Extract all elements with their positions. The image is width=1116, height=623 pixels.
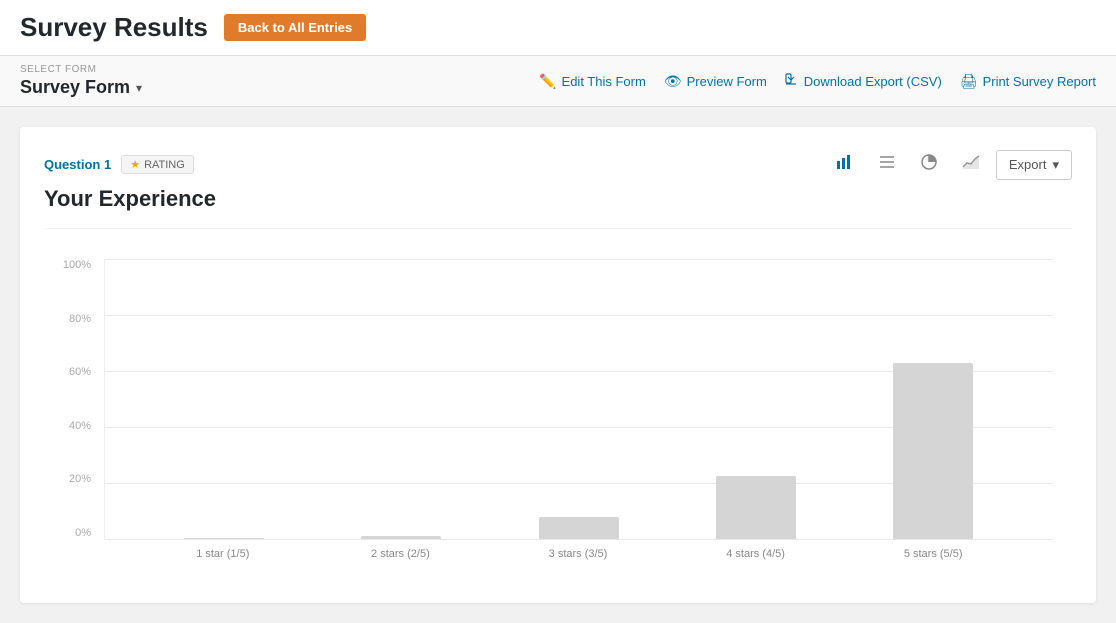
bar-5star [893,363,973,539]
question-number: Question 1 [44,157,111,172]
bar-chart-icon [836,153,854,171]
rating-badge: ★ RATING [121,155,194,174]
y-label-20: 20% [69,473,99,485]
top-header: Survey Results Back to All Entries [0,0,1116,56]
x-label-2star: 2 stars (2/5) [312,548,490,560]
select-form-label: SELECT FORM [20,64,142,75]
download-export-label: Download Export (CSV) [804,74,942,89]
bar-group-5star [845,363,1022,539]
preview-form-label: Preview Form [687,74,767,89]
y-label-0: 0% [75,527,99,539]
question-title: Your Experience [44,186,1072,212]
print-icon: 🖨 [960,73,978,90]
chart-controls: Export ▾ [828,147,1072,182]
divider [44,228,1072,229]
download-export-button[interactable]: Download Export (CSV) [785,73,942,90]
question-header: Question 1 ★ RATING [44,147,1072,182]
print-survey-label: Print Survey Report [983,74,1096,89]
list-view-button[interactable] [870,147,904,182]
page-title: Survey Results [20,12,208,43]
x-label-5star: 5 stars (5/5) [844,548,1022,560]
main-content: Question 1 ★ RATING [0,107,1116,623]
x-labels: 1 star (1/5) 2 stars (2/5) 3 stars (3/5)… [104,539,1052,569]
toolbar-actions: ✏️ Edit This Form 👁 Preview Form Downloa… [539,73,1096,90]
chart-wrapper: 100% 80% 60% 40% 20% 0% [104,259,1052,569]
area-chart-button[interactable] [954,147,988,182]
form-selector: SELECT FORM Survey Form ▾ [20,64,142,98]
bar-group-4star [667,476,844,539]
form-dropdown-chevron[interactable]: ▾ [136,81,142,95]
chart-container: 100% 80% 60% 40% 20% 0% [44,249,1072,579]
pie-chart-icon [920,153,938,171]
bar-3star [539,517,619,539]
chart-grid [104,259,1052,539]
question-card: Question 1 ★ RATING [20,127,1096,603]
export-chevron-icon: ▾ [1052,157,1059,173]
y-label-80: 80% [69,313,99,325]
y-axis: 100% 80% 60% 40% 20% 0% [54,259,99,539]
eye-icon: 👁 [664,73,682,90]
edit-form-button[interactable]: ✏️ Edit This Form [539,73,646,90]
form-select-name: Survey Form [20,77,130,98]
pencil-icon: ✏️ [539,73,556,90]
y-label-100: 100% [63,259,99,271]
export-button-label: Export [1009,157,1047,172]
pie-chart-button[interactable] [912,147,946,182]
y-label-60: 60% [69,366,99,378]
edit-form-label: Edit This Form [562,74,646,89]
back-to-all-entries-button[interactable]: Back to All Entries [224,14,366,41]
bar-group-3star [490,517,667,539]
star-icon: ★ [130,158,140,171]
print-survey-button[interactable]: 🖨 Print Survey Report [960,73,1096,90]
toolbar: SELECT FORM Survey Form ▾ ✏️ Edit This F… [0,56,1116,107]
question-meta: Question 1 ★ RATING [44,155,194,174]
area-chart-icon [962,153,980,171]
type-badge-label: RATING [144,159,185,171]
x-label-3star: 3 stars (3/5) [489,548,667,560]
y-label-40: 40% [69,420,99,432]
bar-chart-button[interactable] [828,147,862,182]
export-dropdown-button[interactable]: Export ▾ [996,150,1072,180]
download-icon [785,73,799,90]
form-select-wrapper: Survey Form ▾ [20,77,142,98]
x-label-4star: 4 stars (4/5) [667,548,845,560]
bar-4star [716,476,796,539]
list-icon [878,153,896,171]
x-label-1star: 1 star (1/5) [134,548,312,560]
preview-form-button[interactable]: 👁 Preview Form [664,73,767,90]
bars-container [105,259,1052,539]
